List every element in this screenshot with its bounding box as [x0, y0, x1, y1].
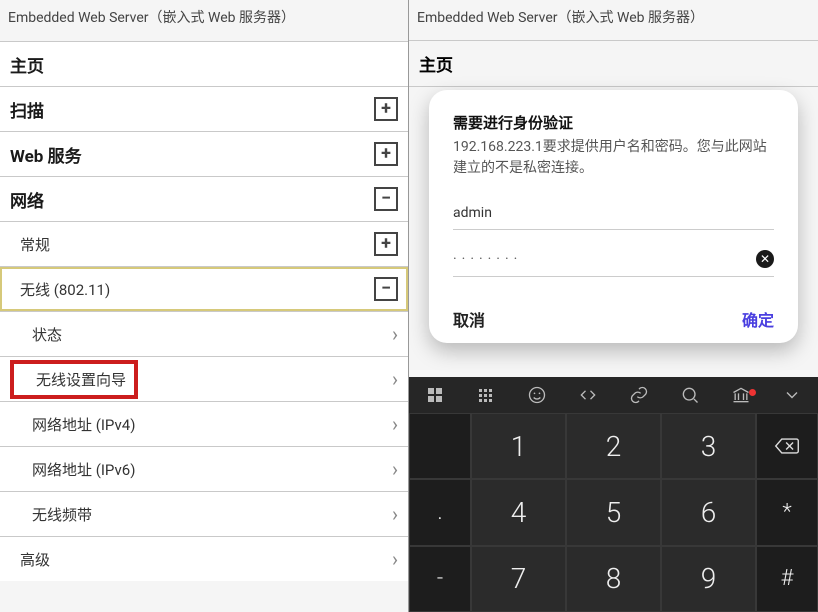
menu-webserv-label: Web 服务 — [10, 142, 82, 167]
menu-advanced-label: 高级 — [10, 549, 50, 570]
expand-icon[interactable]: + — [374, 97, 398, 121]
bg-home-row: 主页 — [409, 40, 818, 87]
toolbar-emoji-icon[interactable] — [519, 385, 555, 405]
ews-title-right: Embedded Web Server（嵌入式 Web 服务器） — [409, 0, 818, 41]
key-1[interactable]: 1 — [471, 413, 566, 479]
settings-pane-left: Embedded Web Server（嵌入式 Web 服务器） 主页 扫描 +… — [0, 0, 409, 612]
menu-general-label: 常规 — [10, 234, 50, 255]
toolbar-apps-icon[interactable] — [417, 388, 453, 402]
menu-advanced[interactable]: 高级 › — [0, 536, 408, 581]
chevron-right-icon: › — [392, 412, 398, 436]
toolbar-keypad-icon[interactable] — [468, 389, 504, 402]
key-dot[interactable]: . — [409, 479, 471, 545]
key-9[interactable]: 9 — [661, 546, 756, 612]
menu-scan[interactable]: 扫描 + — [0, 86, 408, 131]
dialog-actions: 取消 确定 — [453, 289, 774, 331]
username-value: admin — [453, 205, 492, 221]
toolbar-bank-icon[interactable] — [723, 385, 759, 405]
menu-web-services[interactable]: Web 服务 + — [0, 131, 408, 176]
collapse-icon[interactable]: − — [374, 277, 398, 301]
menu-ipv6-label: 网络地址 (IPv6) — [10, 459, 135, 480]
menu-general[interactable]: 常规 + — [0, 221, 408, 266]
menu-home-label: 主页 — [10, 52, 44, 77]
menu-wireless-setup-wizard[interactable]: 无线设置向导 › — [0, 356, 408, 401]
key-6[interactable]: 6 — [661, 479, 756, 545]
ok-button[interactable]: 确定 — [742, 307, 774, 331]
username-field[interactable]: admin — [453, 197, 774, 230]
clear-input-icon[interactable]: ✕ — [756, 250, 774, 268]
password-field[interactable]: ········ ✕ — [453, 242, 774, 277]
auth-dialog: 需要进行身份验证 192.168.223.1要求提供用户名和密码。您与此网站建立… — [429, 90, 798, 343]
dialog-message: 192.168.223.1要求提供用户名和密码。您与此网站建立的不是私密连接。 — [453, 137, 774, 179]
key-dash[interactable]: - — [409, 546, 471, 612]
notification-dot — [749, 389, 756, 396]
expand-icon[interactable]: + — [374, 142, 398, 166]
key-8[interactable]: 8 — [566, 546, 661, 612]
menu-ipv4[interactable]: 网络地址 (IPv4) › — [0, 401, 408, 446]
toolbar-link-icon[interactable] — [621, 385, 657, 405]
menu-scan-label: 扫描 — [10, 97, 44, 122]
key-backspace[interactable] — [756, 413, 818, 479]
bg-home-label: 主页 — [419, 51, 453, 76]
password-dots: ········ — [453, 251, 522, 267]
collapse-icon[interactable]: − — [374, 187, 398, 211]
menu-wireless[interactable]: 无线 (802.11) − — [0, 266, 408, 311]
menu-band-label: 无线频带 — [10, 504, 92, 525]
toolbar-search-icon[interactable] — [672, 385, 708, 405]
key-hash[interactable]: # — [756, 546, 818, 612]
menu-wireless-label: 无线 (802.11) — [10, 279, 110, 300]
numeric-keyboard: 1 2 3 . 4 5 6 * - 7 8 9 # — [409, 377, 818, 612]
key-7[interactable]: 7 — [471, 546, 566, 612]
menu-wizard-label: 无线设置向导 — [10, 360, 138, 399]
chevron-right-icon: › — [392, 322, 398, 346]
chevron-right-icon: › — [392, 457, 398, 481]
dialog-title: 需要进行身份验证 — [453, 112, 774, 133]
menu-network[interactable]: 网络 − — [0, 176, 408, 221]
toolbar-code-icon[interactable] — [570, 385, 606, 405]
menu-ipv6[interactable]: 网络地址 (IPv6) › — [0, 446, 408, 491]
menu-status-label: 状态 — [10, 324, 62, 345]
menu-network-label: 网络 — [10, 187, 44, 212]
key-5[interactable]: 5 — [566, 479, 661, 545]
key-4[interactable]: 4 — [471, 479, 566, 545]
key-3[interactable]: 3 — [661, 413, 756, 479]
auth-pane-right: Embedded Web Server（嵌入式 Web 服务器） 主页 需要进行… — [409, 0, 818, 612]
key-empty[interactable] — [409, 413, 471, 479]
menu-list: 主页 扫描 + Web 服务 + 网络 − 常规 + 无线 (802.11) − — [0, 41, 408, 581]
keypad-grid: 1 2 3 . 4 5 6 * - 7 8 9 # — [409, 413, 818, 612]
menu-ipv4-label: 网络地址 (IPv4) — [10, 414, 135, 435]
menu-band[interactable]: 无线频带 › — [0, 491, 408, 536]
chevron-right-icon: › — [392, 367, 398, 391]
key-2[interactable]: 2 — [566, 413, 661, 479]
chevron-right-icon: › — [392, 502, 398, 526]
ews-title-left: Embedded Web Server（嵌入式 Web 服务器） — [0, 0, 408, 41]
menu-status[interactable]: 状态 › — [0, 311, 408, 356]
keyboard-toolbar — [409, 377, 818, 413]
key-asterisk[interactable]: * — [756, 479, 818, 545]
cancel-button[interactable]: 取消 — [453, 307, 485, 331]
menu-home[interactable]: 主页 — [0, 41, 408, 86]
expand-icon[interactable]: + — [374, 232, 398, 256]
chevron-right-icon: › — [392, 547, 398, 571]
toolbar-collapse-icon[interactable] — [774, 385, 810, 405]
